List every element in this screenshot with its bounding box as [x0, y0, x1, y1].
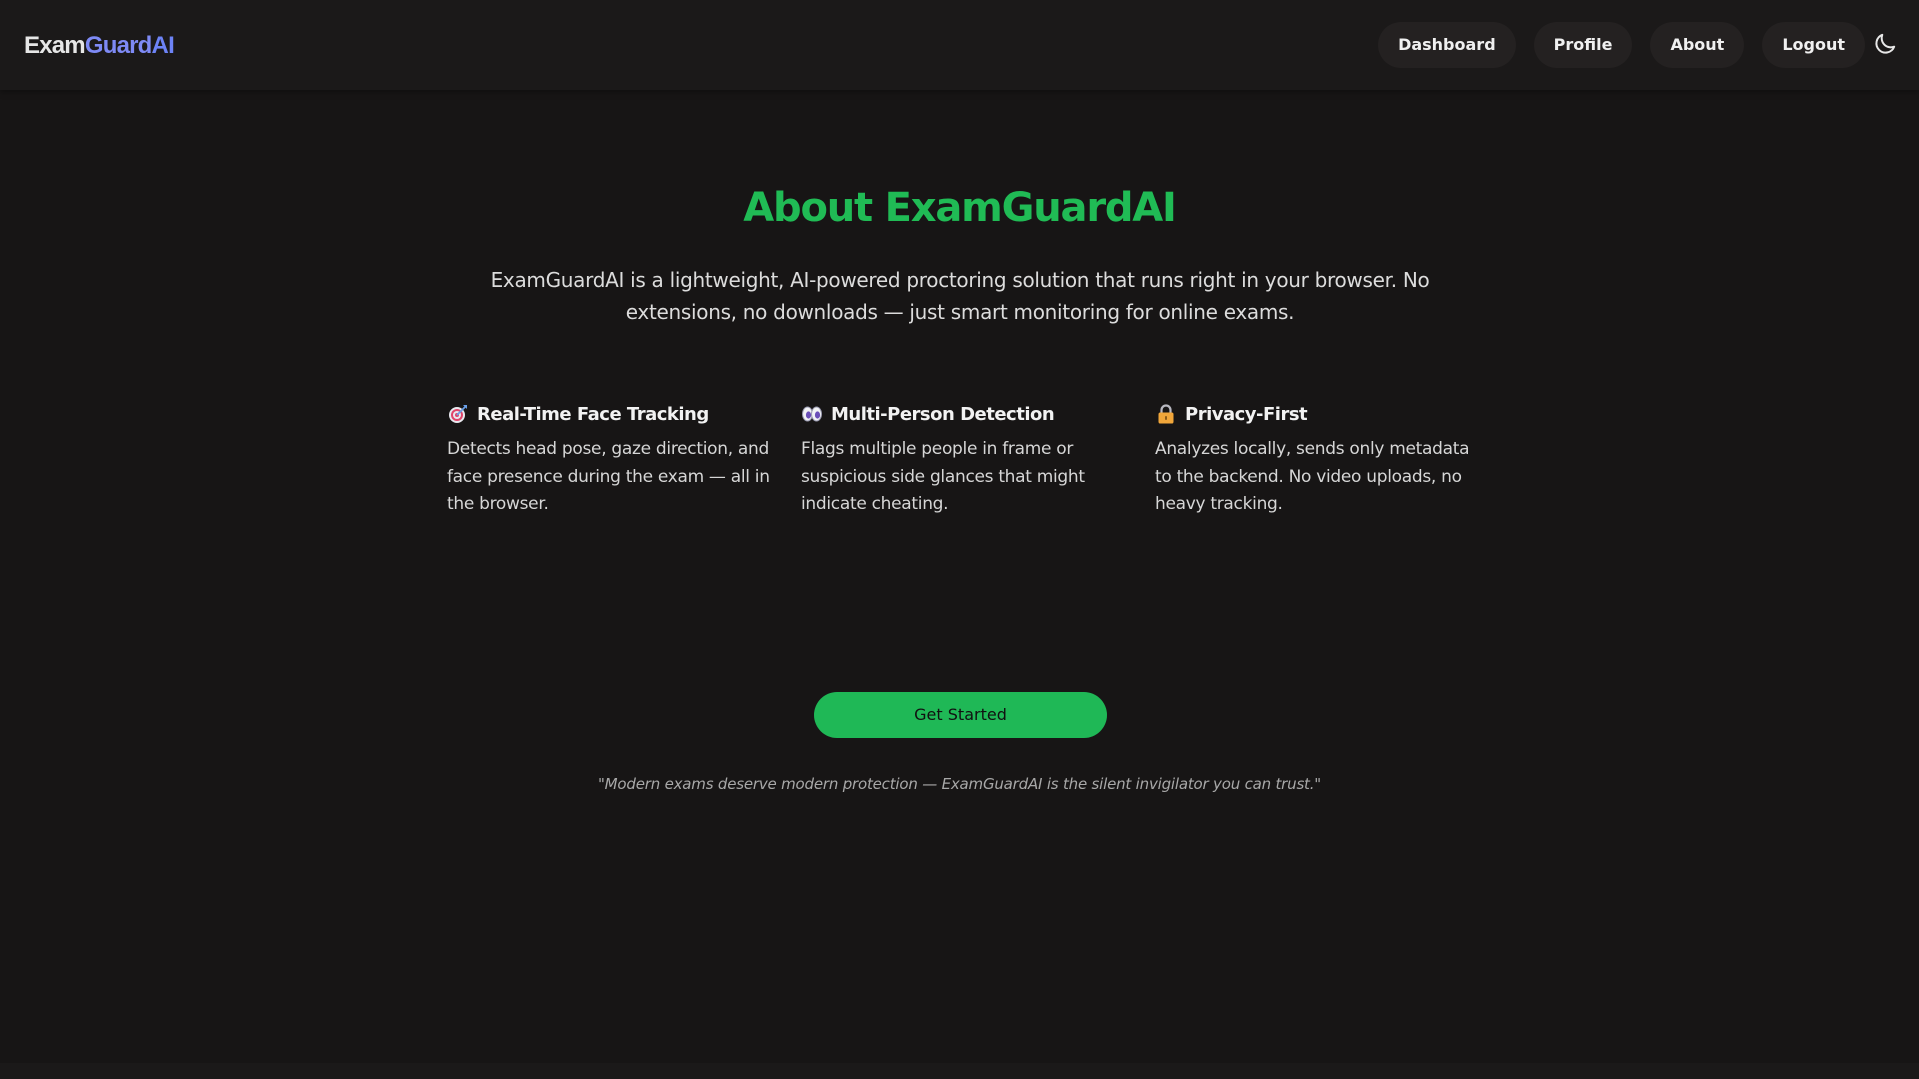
feature-face-tracking: Real-Time Face Tracking Detects head pos…: [447, 398, 771, 519]
feature-privacy-first: Privacy-First Analyzes locally, sends on…: [1155, 398, 1479, 519]
nav-dashboard-button[interactable]: Dashboard: [1378, 22, 1516, 68]
navbar: ExamGuardAI Dashboard Profile About Logo…: [0, 0, 1919, 90]
get-started-button[interactable]: Get Started: [814, 692, 1107, 738]
tagline-quote: "Modern exams deserve modern protection …: [597, 775, 1322, 793]
moon-icon: [1875, 33, 1896, 54]
feature-description: Analyzes locally, sends only metadata to…: [1155, 439, 1470, 514]
brand-logo-part-ai: AI: [151, 32, 175, 59]
feature-header: Real-Time Face Tracking: [447, 398, 771, 430]
feature-multi-person: Multi-Person Detection Flags multiple pe…: [801, 398, 1125, 519]
brand-logo-part-guard: Guard: [84, 32, 152, 59]
feature-header: Multi-Person Detection: [801, 398, 1125, 430]
brand-logo[interactable]: ExamGuardAI: [24, 30, 175, 62]
feature-description: Detects head pose, gaze direction, and f…: [447, 439, 770, 514]
intro-text: ExamGuardAI is a lightweight, AI-powered…: [490, 268, 1430, 324]
footer: [0, 1063, 1919, 1079]
feature-title: Real-Time Face Tracking: [477, 403, 709, 425]
main-nav: Dashboard Profile About Logout: [1378, 22, 1865, 68]
page-title: About ExamGuardAI: [743, 185, 1177, 231]
features-list: Real-Time Face Tracking Detects head pos…: [447, 398, 1481, 519]
feature-title: Multi-Person Detection: [831, 403, 1055, 425]
target-icon: [449, 405, 467, 423]
feature-header: Privacy-First: [1155, 398, 1479, 430]
theme-toggle-button[interactable]: [1872, 31, 1898, 57]
nav-profile-button[interactable]: Profile: [1533, 22, 1633, 68]
feature-description: Flags multiple people in frame or suspic…: [801, 439, 1085, 514]
eyes-icon: [802, 406, 822, 422]
lock-icon: [1158, 404, 1174, 424]
feature-title: Privacy-First: [1185, 403, 1308, 425]
nav-about-button[interactable]: About: [1650, 22, 1745, 68]
brand-logo-part-exam: Exam: [24, 32, 86, 59]
nav-logout-button[interactable]: Logout: [1762, 22, 1865, 68]
